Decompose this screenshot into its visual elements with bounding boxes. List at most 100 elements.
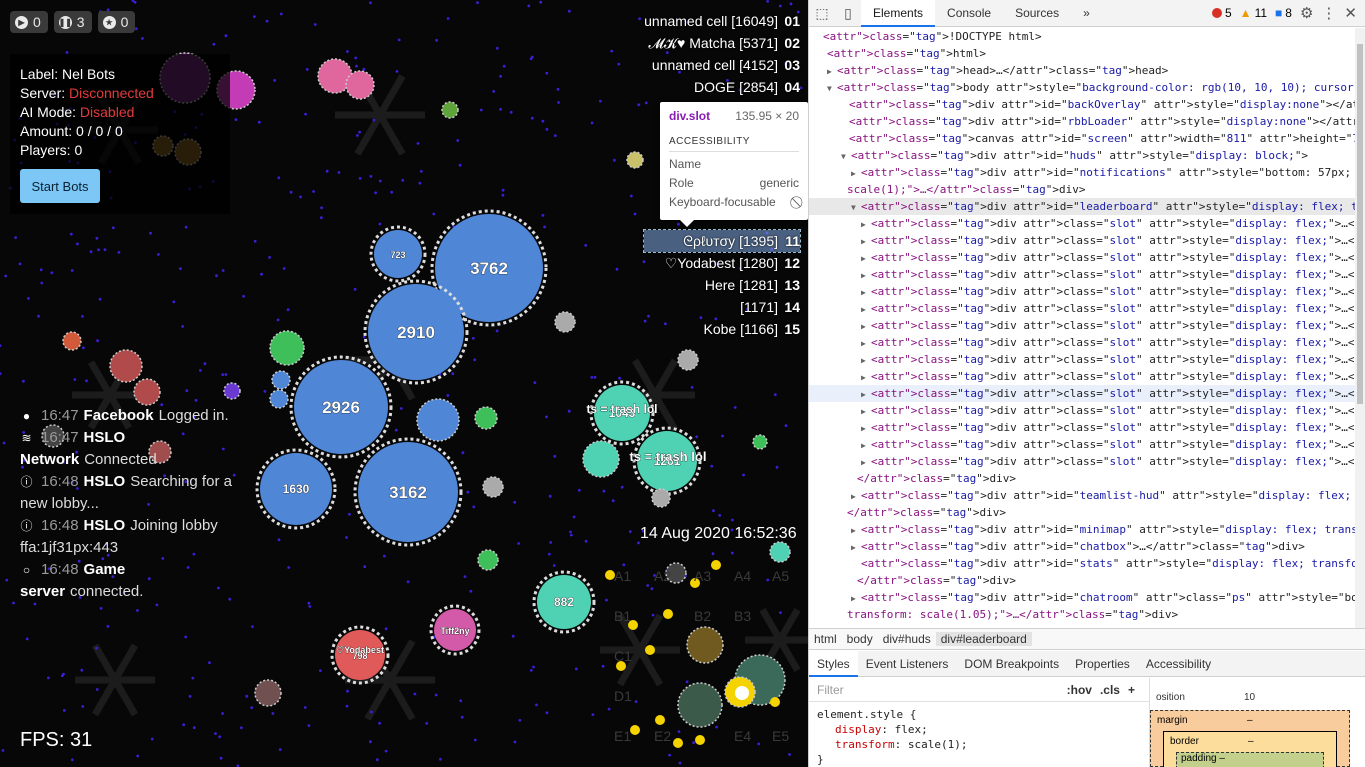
food-pellet	[277, 176, 281, 180]
dom-node[interactable]: ▶ <attr">class="tag">div attr">class="slo…	[809, 368, 1356, 385]
expand-arrow-icon[interactable]: ▶	[861, 301, 871, 318]
close-icon[interactable]: ✕	[1344, 4, 1357, 22]
chat-message: ≋ 16:47 HSLO Network Connected	[20, 427, 250, 471]
subtab-styles[interactable]: Styles	[809, 650, 858, 677]
expand-arrow-icon[interactable]: ▶	[861, 352, 871, 369]
dom-node[interactable]: ▶ <attr">class="tag">head>…</attr">class=…	[809, 62, 1356, 79]
expand-arrow-icon[interactable]: ▶	[861, 267, 871, 284]
dom-node[interactable]: ▶ <attr">class="tag">div attr">id="chatbo…	[809, 538, 1356, 555]
food-pellet	[276, 318, 280, 322]
dom-node[interactable]: <attr">class="tag">html>	[809, 45, 1356, 62]
expand-arrow-icon[interactable]: ▶	[851, 165, 861, 182]
dom-node[interactable]: <attr">class="tag">div attr">id="stats" …	[809, 555, 1356, 572]
tab-sources[interactable]: Sources	[1003, 0, 1071, 27]
breadcrumb-item[interactable]: body	[842, 632, 878, 646]
cls-toggle[interactable]: .cls	[1100, 683, 1120, 697]
dom-node[interactable]: ▶ <attr">class="tag">div attr">id="notifi…	[809, 164, 1356, 181]
expand-arrow-icon[interactable]: ▶	[861, 369, 871, 386]
expand-arrow-icon[interactable]: ▶	[851, 590, 861, 607]
food-pellet	[369, 740, 372, 744]
tab-console[interactable]: Console	[935, 0, 1003, 27]
dom-node[interactable]: </attr">class="tag">div>	[809, 572, 1356, 589]
dom-node[interactable]: ▶ <attr">class="tag">div attr">id="chatro…	[809, 589, 1356, 606]
expand-arrow-icon[interactable]: ▶	[861, 318, 871, 335]
dom-node[interactable]: ▶ <attr">class="tag">div attr">class="slo…	[809, 385, 1356, 402]
expand-arrow-icon[interactable]: ▶	[861, 284, 871, 301]
expand-arrow-icon[interactable]: ▶	[861, 233, 871, 250]
dom-node[interactable]: scale(1);">…</attr">class="tag">div>	[809, 181, 1356, 198]
settings-gear-icon[interactable]: ⚙	[1300, 4, 1313, 22]
collapse-arrow-icon[interactable]: ▼	[827, 80, 837, 97]
dom-node[interactable]: ▶ <attr">class="tag">div attr">class="slo…	[809, 215, 1356, 232]
subtab-dom-breakpoints[interactable]: DOM Breakpoints	[956, 651, 1067, 677]
dom-node[interactable]: ▼ <attr">class="tag">body attr">style="ba…	[809, 79, 1356, 96]
warning-count[interactable]: ▲ 11	[1240, 6, 1267, 20]
expand-arrow-icon[interactable]: ▶	[861, 420, 871, 437]
expand-arrow-icon[interactable]: ▶	[861, 437, 871, 454]
dom-node[interactable]: ▶ <attr">class="tag">div attr">id="teamli…	[809, 487, 1356, 504]
dom-scrollbar[interactable]	[1355, 28, 1365, 628]
food-pellet	[319, 216, 323, 220]
subtab-accessibility[interactable]: Accessibility	[1138, 651, 1219, 677]
dom-node[interactable]: ▶ <attr">class="tag">div attr">class="slo…	[809, 317, 1356, 334]
style-prop[interactable]: display: flex;	[817, 722, 1141, 737]
subtab-event-listeners[interactable]: Event Listeners	[858, 651, 957, 677]
food-pellet	[543, 225, 546, 229]
inspect-element-icon[interactable]: ⬚	[809, 5, 835, 22]
dom-tree[interactable]: <attr">class="tag">!DOCTYPE html> <attr">…	[809, 28, 1356, 628]
player-cell	[474, 406, 498, 430]
dom-node[interactable]: ▶ <attr">class="tag">div attr">class="slo…	[809, 453, 1356, 470]
dom-node[interactable]: ▶ <attr">class="tag">div attr">class="slo…	[809, 300, 1356, 317]
dom-node[interactable]: <attr">class="tag">div attr">id="rbbLoad…	[809, 113, 1356, 130]
breadcrumb-item[interactable]: html	[809, 632, 842, 646]
expand-arrow-icon[interactable]: ▶	[827, 63, 837, 80]
dom-node[interactable]: ▶ <attr">class="tag">div attr">class="slo…	[809, 419, 1356, 436]
tab-elements[interactable]: Elements	[861, 0, 936, 27]
expand-arrow-icon[interactable]: ▶	[861, 454, 871, 471]
more-tabs-icon[interactable]: »	[1071, 0, 1102, 27]
dom-node[interactable]: ▶ <attr">class="tag">div attr">class="slo…	[809, 402, 1356, 419]
dom-node[interactable]: </attr">class="tag">div>	[809, 504, 1356, 521]
collapse-arrow-icon[interactable]: ▼	[841, 148, 851, 165]
error-count[interactable]: 5	[1211, 6, 1232, 20]
subtab-properties[interactable]: Properties	[1067, 651, 1138, 677]
dom-node[interactable]: ▶ <attr">class="tag">div attr">id="minima…	[809, 521, 1356, 538]
dom-node[interactable]: ▼ <attr">class="tag">div attr">id="huds" …	[809, 147, 1356, 164]
collapse-arrow-icon[interactable]: ▼	[851, 199, 861, 216]
style-prop[interactable]: transform: scale(1);	[817, 737, 1141, 752]
food-pellet	[622, 563, 626, 567]
start-bots-button[interactable]: Start Bots	[20, 169, 100, 203]
breadcrumb-item[interactable]: div#huds	[878, 632, 936, 646]
expand-arrow-icon[interactable]: ▶	[861, 403, 871, 420]
expand-arrow-icon[interactable]: ▶	[861, 250, 871, 267]
dom-node[interactable]: </attr">class="tag">div>	[809, 470, 1356, 487]
hov-toggle[interactable]: :hov	[1067, 683, 1092, 697]
styles-filter-input[interactable]: Filter	[817, 683, 844, 697]
dom-node[interactable]: <attr">class="tag">!DOCTYPE html>	[809, 28, 1356, 45]
scrollbar-thumb[interactable]	[1357, 44, 1363, 404]
expand-arrow-icon[interactable]: ▶	[861, 216, 871, 233]
game-canvas[interactable]: 3762 2910 2926 3162 1630 723 1043 1261 882 798 Tif…	[0, 0, 808, 767]
dom-node[interactable]: <attr">class="tag">canvas attr">id="scre…	[809, 130, 1356, 147]
message-count[interactable]: ■ 8	[1275, 6, 1292, 20]
expand-arrow-icon[interactable]: ▶	[851, 539, 861, 556]
dom-node[interactable]: ▶ <attr">class="tag">div attr">class="slo…	[809, 351, 1356, 368]
dom-node[interactable]: <attr">class="tag">div attr">id="backOve…	[809, 96, 1356, 113]
dom-node[interactable]: ▶ <attr">class="tag">div attr">class="slo…	[809, 283, 1356, 300]
dom-node[interactable]: ▶ <attr">class="tag">div attr">class="slo…	[809, 232, 1356, 249]
dom-node[interactable]: transform: scale(1.05);">…</attr">class=…	[809, 606, 1356, 623]
expand-arrow-icon[interactable]: ▶	[851, 488, 861, 505]
dom-node[interactable]: ▼ <attr">class="tag">div attr">id="leader…	[809, 198, 1356, 215]
add-rule-button[interactable]: +	[1128, 683, 1135, 697]
expand-arrow-icon[interactable]: ▶	[861, 386, 871, 403]
dom-node[interactable]: ▶ <attr">class="tag">div attr">class="slo…	[809, 266, 1356, 283]
dom-node[interactable]: ▶ <attr">class="tag">div attr">class="slo…	[809, 334, 1356, 351]
expand-arrow-icon[interactable]: ▶	[851, 522, 861, 539]
expand-arrow-icon[interactable]: ▶	[861, 335, 871, 352]
food-pellet	[535, 703, 538, 707]
breadcrumb-item[interactable]: div#leaderboard	[935, 632, 1032, 646]
device-toggle-icon[interactable]: ▯	[835, 5, 861, 22]
dom-node[interactable]: ▶ <attr">class="tag">div attr">class="slo…	[809, 249, 1356, 266]
dom-node[interactable]: ▶ <attr">class="tag">div attr">class="slo…	[809, 436, 1356, 453]
kebab-menu-icon[interactable]: ⋮	[1321, 4, 1336, 22]
